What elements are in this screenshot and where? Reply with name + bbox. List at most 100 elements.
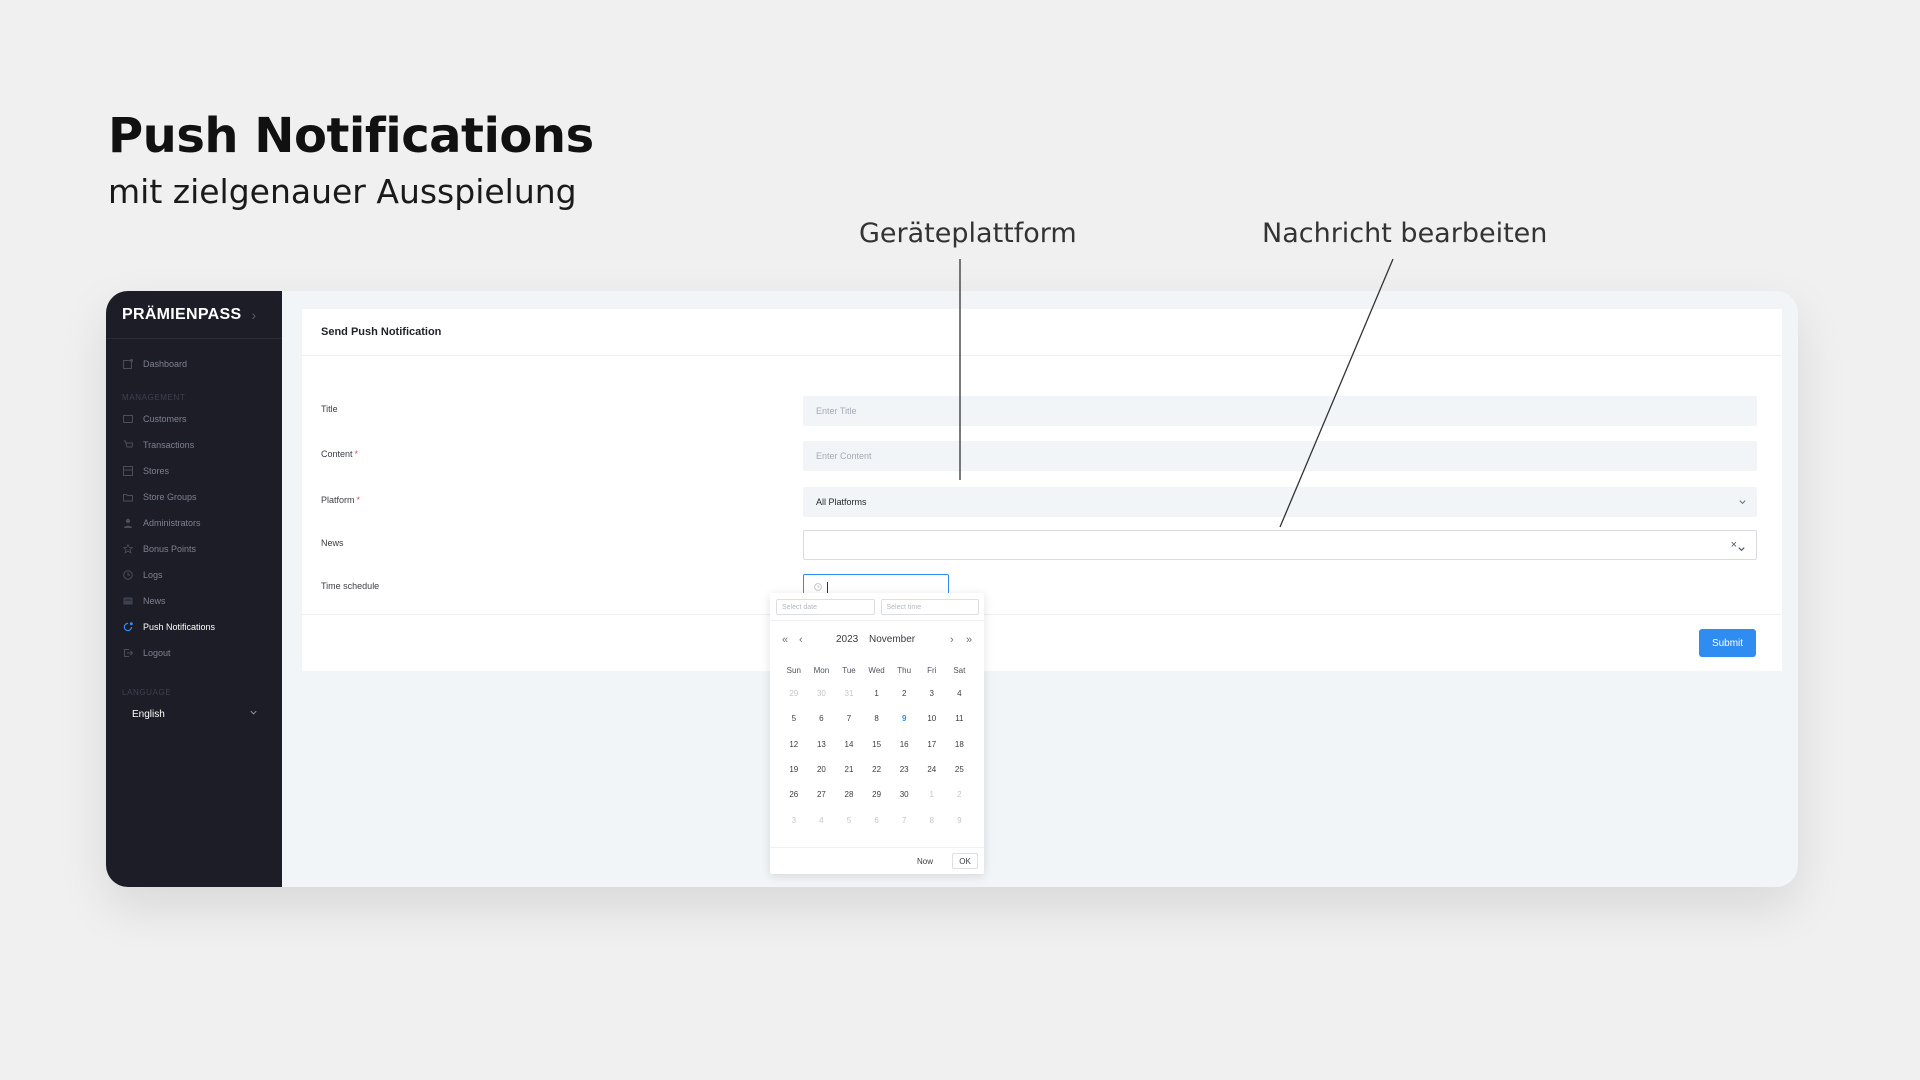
- select-date-input[interactable]: Select date: [776, 599, 875, 615]
- logout-icon: [123, 648, 133, 658]
- calendar-day[interactable]: 28: [835, 782, 863, 807]
- calendar-day[interactable]: 20: [808, 757, 836, 782]
- datepicker-header: « ‹ 2023 November › »: [770, 621, 984, 659]
- sidebar-item-stores[interactable]: Stores: [106, 458, 282, 484]
- content-label: Content *: [321, 449, 359, 459]
- title-input[interactable]: Enter Title: [803, 396, 1757, 426]
- calendar-day[interactable]: 7: [890, 807, 918, 832]
- content-input[interactable]: Enter Content: [803, 441, 1757, 471]
- calendar-day[interactable]: 29: [863, 782, 891, 807]
- submit-button[interactable]: Submit: [1699, 629, 1756, 657]
- calendar-day[interactable]: 22: [863, 757, 891, 782]
- calendar-day[interactable]: 6: [863, 807, 891, 832]
- calendar-day[interactable]: 7: [835, 706, 863, 731]
- calendar-day[interactable]: 16: [890, 732, 918, 757]
- select-time-input[interactable]: Select time: [880, 599, 979, 615]
- sidebar-item-label: Logs: [143, 570, 163, 580]
- calendar-day[interactable]: 26: [780, 782, 808, 807]
- month-label[interactable]: November: [869, 634, 915, 645]
- page-subtitle: mit zielgenauer Ausspielung: [108, 172, 577, 211]
- sidebar-item-label: Push Notifications: [143, 622, 216, 632]
- calendar-day[interactable]: 5: [835, 807, 863, 832]
- sidebar-item-label: Customers: [143, 414, 187, 424]
- platform-value: All Platforms: [816, 497, 867, 507]
- sidebar-item-administrators[interactable]: Administrators: [106, 510, 282, 536]
- calendar-day[interactable]: 23: [890, 757, 918, 782]
- calendar-day[interactable]: 10: [918, 706, 946, 731]
- clock-icon: [123, 570, 133, 580]
- calendar-day[interactable]: 31: [835, 681, 863, 706]
- prev-year-icon[interactable]: «: [782, 634, 788, 646]
- calendar-day[interactable]: 3: [780, 807, 808, 832]
- calendar-day[interactable]: 15: [863, 732, 891, 757]
- sidebar-item-news[interactable]: News: [106, 588, 282, 614]
- calendar-day[interactable]: 8: [863, 706, 891, 731]
- calendar-day[interactable]: 11: [946, 706, 974, 731]
- calendar-day[interactable]: 4: [808, 807, 836, 832]
- calendar-day[interactable]: 6: [808, 706, 836, 731]
- calendar-day[interactable]: 1: [863, 681, 891, 706]
- news-select[interactable]: ×: [803, 530, 1757, 560]
- calendar-day[interactable]: 13: [808, 732, 836, 757]
- store-icon: [123, 466, 133, 476]
- weekday-row: Sun Mon Tue Wed Thu Fri Sat: [770, 659, 984, 681]
- calendar-day[interactable]: 2: [946, 782, 974, 807]
- section-label-management: MANAGEMENT: [122, 393, 186, 402]
- sidebar-item-customers[interactable]: Customers: [106, 406, 282, 432]
- callout-platform-label: Geräteplattform: [859, 218, 1077, 249]
- sidebar-item-store-groups[interactable]: Store Groups: [106, 484, 282, 510]
- year-label[interactable]: 2023: [836, 634, 858, 645]
- sidebar-item-label: Logout: [143, 648, 171, 658]
- next-year-icon[interactable]: »: [966, 634, 972, 646]
- ok-button[interactable]: OK: [952, 853, 978, 869]
- sidebar-item-logout[interactable]: Logout: [106, 640, 282, 666]
- chevron-down-icon: [1737, 541, 1746, 552]
- card-title: Send Push Notification: [302, 309, 1782, 356]
- sidebar-item-dashboard[interactable]: Dashboard: [106, 351, 282, 377]
- content-placeholder: Enter Content: [816, 451, 872, 461]
- platform-select[interactable]: All Platforms: [803, 487, 1757, 517]
- collapse-chevron-icon[interactable]: ›: [251, 307, 256, 323]
- calendar-day[interactable]: 18: [946, 732, 974, 757]
- calendar-day[interactable]: 29: [780, 681, 808, 706]
- calendar-day[interactable]: 25: [946, 757, 974, 782]
- calendar-day[interactable]: 1: [918, 782, 946, 807]
- calendar-day[interactable]: 17: [918, 732, 946, 757]
- calendar-day[interactable]: 14: [835, 732, 863, 757]
- calendar-day-today[interactable]: 9: [890, 706, 918, 731]
- calendar-day[interactable]: 8: [918, 807, 946, 832]
- callout-message-label: Nachricht bearbeiten: [1262, 218, 1548, 249]
- calendar-day[interactable]: 27: [808, 782, 836, 807]
- calendar-day[interactable]: 2: [890, 681, 918, 706]
- bell-icon: [123, 622, 133, 632]
- sidebar-item-label: News: [143, 596, 166, 606]
- section-label-language: LANGUAGE: [122, 688, 172, 697]
- calendar-day[interactable]: 19: [780, 757, 808, 782]
- sidebar-item-label: Stores: [143, 466, 170, 476]
- prev-month-icon[interactable]: ‹: [799, 634, 803, 646]
- sidebar-item-label: Administrators: [143, 518, 201, 528]
- weekday-label: Tue: [842, 665, 856, 675]
- calendar-day[interactable]: 24: [918, 757, 946, 782]
- weekday-label: Sat: [953, 665, 966, 675]
- chevron-down-icon: [249, 708, 258, 720]
- sidebar-item-push-notifications[interactable]: Push Notifications: [106, 614, 282, 640]
- calendar-day[interactable]: 12: [780, 732, 808, 757]
- sidebar-item-logs[interactable]: Logs: [106, 562, 282, 588]
- calendar-day[interactable]: 5: [780, 706, 808, 731]
- app-logo[interactable]: PRÄMIENPASS: [122, 306, 241, 324]
- platform-label: Platform *: [321, 495, 361, 505]
- calendar-day[interactable]: 9: [946, 807, 974, 832]
- weekday-label: Mon: [813, 665, 830, 675]
- next-month-icon[interactable]: ›: [950, 634, 954, 646]
- calendar-day[interactable]: 3: [918, 681, 946, 706]
- language-select[interactable]: English: [120, 701, 268, 727]
- folder-icon: [123, 492, 133, 502]
- calendar-day[interactable]: 21: [835, 757, 863, 782]
- calendar-day[interactable]: 30: [808, 681, 836, 706]
- sidebar-item-bonus-points[interactable]: Bonus Points: [106, 536, 282, 562]
- now-button[interactable]: Now: [917, 857, 933, 866]
- sidebar-item-transactions[interactable]: Transactions: [106, 432, 282, 458]
- calendar-day[interactable]: 30: [890, 782, 918, 807]
- calendar-day[interactable]: 4: [946, 681, 974, 706]
